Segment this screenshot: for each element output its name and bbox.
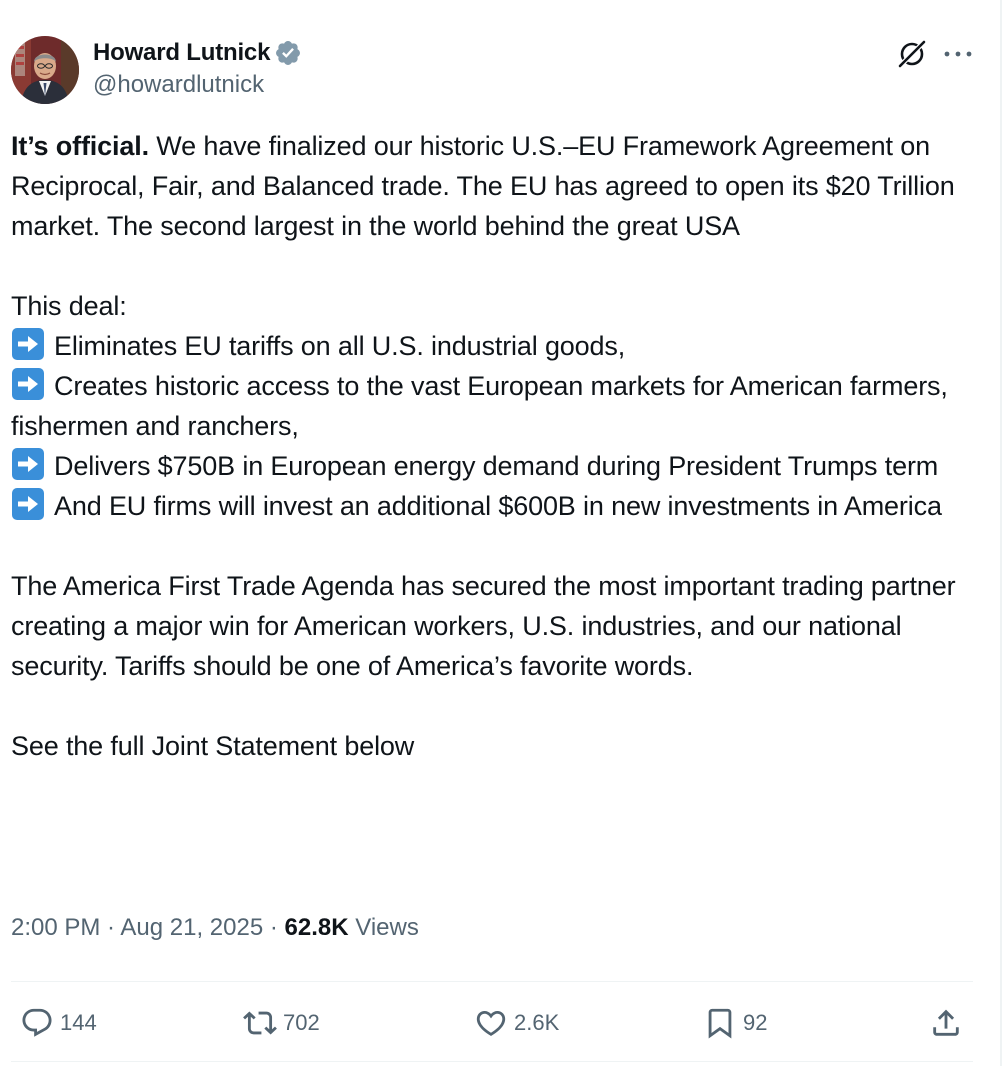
- meta-separator: ·: [100, 914, 121, 941]
- verified-badge-icon[interactable]: [274, 39, 302, 67]
- post-lead-paragraph: It’s official. We have finalized our his…: [11, 126, 981, 246]
- bookmark-icon: [708, 1008, 732, 1039]
- views-label: Views: [348, 914, 419, 941]
- author-display-name[interactable]: Howard Lutnick: [93, 39, 270, 67]
- post-closing-paragraph: The America First Trade Agenda has secur…: [11, 571, 956, 681]
- right-arrow-emoji-icon: [11, 447, 45, 481]
- deal-intro: This deal:: [11, 291, 127, 321]
- bookmark-button[interactable]: 92: [703, 1004, 767, 1042]
- divider: [11, 1061, 973, 1062]
- post-date[interactable]: Aug 21, 2025: [120, 914, 263, 941]
- right-arrow-emoji-icon: [11, 327, 45, 361]
- post-lead-bold: It’s official.: [11, 131, 149, 161]
- like-count: 2.6K: [514, 1010, 560, 1035]
- post-header: Howard Lutnick @howardlutnick: [0, 0, 1000, 110]
- right-arrow-emoji-icon: [11, 487, 45, 521]
- bullet-item: Eliminates EU tariffs on all U.S. indust…: [11, 326, 981, 366]
- bullet-text: Delivers $750B in European energy demand…: [54, 451, 939, 481]
- author-handle[interactable]: @howardlutnick: [93, 71, 264, 99]
- bullet-text: Creates historic access to the vast Euro…: [11, 371, 948, 441]
- repost-count: 702: [283, 1010, 320, 1035]
- bullet-item: Delivers $750B in European energy demand…: [11, 446, 981, 486]
- post-meta: 2:00 PM · Aug 21, 2025 · 62.8K Views: [11, 914, 419, 942]
- repost-icon: [243, 1011, 277, 1035]
- bookmark-count: 92: [743, 1010, 768, 1035]
- avatar[interactable]: [11, 36, 79, 104]
- repost-button[interactable]: 702: [243, 1004, 320, 1042]
- heart-icon: [476, 1010, 506, 1036]
- share-icon: [933, 1009, 959, 1036]
- more-dots-icon[interactable]: [940, 38, 976, 70]
- post-text: It’s official. We have finalized our his…: [11, 126, 981, 766]
- post-time[interactable]: 2:00 PM: [11, 914, 100, 941]
- reply-icon: [22, 1008, 52, 1037]
- author-name-row: Howard Lutnick: [93, 36, 302, 70]
- avatar-photo: [11, 36, 79, 104]
- grok-icon[interactable]: [895, 37, 929, 71]
- views-count[interactable]: 62.8K: [285, 914, 349, 941]
- meta-separator: ·: [263, 914, 285, 941]
- like-button[interactable]: 2.6K: [474, 1004, 559, 1042]
- post: Howard Lutnick @howardlutnick It’s offic…: [0, 0, 1000, 1066]
- share-button[interactable]: [929, 1004, 963, 1042]
- right-arrow-emoji-icon: [11, 367, 45, 401]
- bullet-text: Eliminates EU tariffs on all U.S. indust…: [54, 331, 626, 361]
- bullet-item: And EU firms will invest an additional $…: [11, 486, 981, 526]
- bullet-text: And EU firms will invest an additional $…: [54, 491, 942, 521]
- reply-count: 144: [60, 1010, 97, 1035]
- post-lead-rest: We have finalized our historic U.S.–EU F…: [11, 131, 955, 241]
- divider: [11, 981, 973, 982]
- post-see-more: See the full Joint Statement below: [11, 731, 415, 761]
- reply-button[interactable]: 144: [20, 1004, 97, 1042]
- bullet-item: Creates historic access to the vast Euro…: [11, 366, 981, 446]
